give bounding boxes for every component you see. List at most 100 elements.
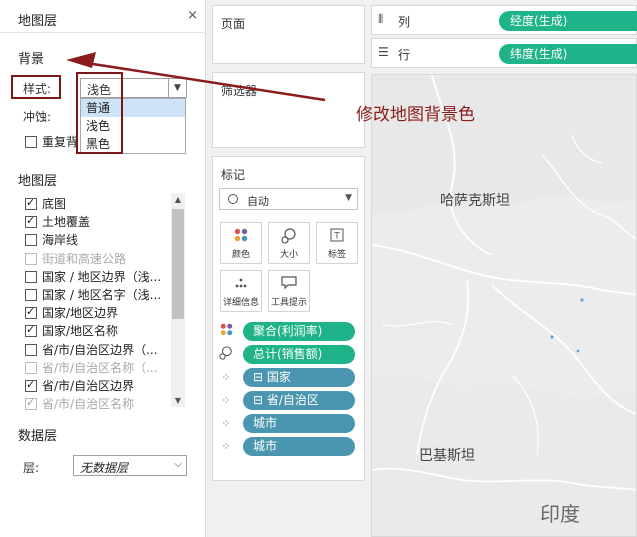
pages-card[interactable]: 页面 xyxy=(212,5,365,64)
checkbox-box[interactable] xyxy=(25,135,37,148)
mark-type-value: 自动 xyxy=(247,195,269,208)
layer-item-label: 海岸线 xyxy=(42,233,79,247)
layers-section-title: 地图层 xyxy=(18,174,58,189)
map-layers-header: 地图层 × xyxy=(0,0,206,33)
rows-icon: ☰ xyxy=(378,45,389,59)
detail-dots-icon: ⁘ xyxy=(221,370,231,384)
layer-item[interactable]: 省/市/自治区名称 xyxy=(25,395,134,412)
layer-item[interactable]: 底图 xyxy=(25,195,66,212)
label-button[interactable]: T 标签 xyxy=(316,222,358,264)
color-dots-icon xyxy=(219,323,233,339)
layer-item[interactable]: 街道和高速公路 xyxy=(25,250,126,267)
marks-field-row[interactable]: ⁘ ⊟ 国家 xyxy=(219,367,355,387)
layer-checkbox[interactable] xyxy=(25,252,37,265)
size-button[interactable]: 大小 xyxy=(268,222,310,264)
detail-dots-icon: ⁘ xyxy=(221,416,231,430)
columns-icon: ⦀ xyxy=(378,12,384,26)
marks-title: 标记 xyxy=(221,168,246,182)
map-label-pakistan: 巴基斯坦 xyxy=(419,448,475,464)
marks-card: 标记 自动 ▼ 颜色 大小 T 标签 详细信息 工具提示 聚合(利润率) 总计(… xyxy=(212,156,365,481)
close-icon[interactable]: × xyxy=(187,8,198,23)
layer-item[interactable]: 国家/地区边界 xyxy=(25,304,118,321)
layer-checkbox[interactable] xyxy=(25,361,37,374)
map-layers-title: 地图层 xyxy=(18,14,58,29)
columns-shelf[interactable]: ⦀ 列 经度(生成) xyxy=(371,5,637,35)
chevron-down-icon[interactable]: ▼ xyxy=(345,193,352,203)
layer-item-label: 省/市/自治区边界 xyxy=(42,379,135,393)
marks-field-row[interactable]: ⁘ 城市 xyxy=(219,413,355,433)
layer-item[interactable]: 省/市/自治区边界（... xyxy=(25,341,158,358)
layer-item-label: 省/市/自治区名称（... xyxy=(42,361,158,375)
field-pill-province[interactable]: ⊟ 省/自治区 xyxy=(243,390,355,410)
detail-dots-icon: ⁘ xyxy=(221,439,231,453)
detail-button[interactable]: 详细信息 xyxy=(220,270,262,312)
layer-item-label: 国家/地区边界 xyxy=(42,306,119,320)
layer-checkbox[interactable] xyxy=(25,305,37,319)
tooltip-button[interactable]: 工具提示 xyxy=(268,270,310,312)
marks-field-row[interactable]: ⁘ 城市 xyxy=(219,436,355,456)
layer-checkbox[interactable] xyxy=(25,396,37,410)
layer-checkbox[interactable] xyxy=(25,270,37,283)
background-section-title: 背景 xyxy=(18,52,45,67)
map-view[interactable]: 哈萨克斯坦 巴基斯坦 印度 xyxy=(371,74,637,537)
field-pill-longitude[interactable]: 经度(生成) xyxy=(499,11,637,31)
scroll-down-icon[interactable]: ▼ xyxy=(171,396,185,405)
detail-dots-icon xyxy=(221,276,261,294)
dropdown-highlight-box xyxy=(76,72,123,154)
field-pill-city[interactable]: 城市 xyxy=(243,413,355,433)
marks-field-row[interactable]: 聚合(利润率) xyxy=(219,321,355,341)
tooltip-icon xyxy=(269,276,309,294)
data-layer-value: 无数据层 xyxy=(80,461,129,475)
rows-shelf-label: 行 xyxy=(398,48,411,62)
scrollbar-thumb[interactable] xyxy=(172,209,184,319)
detail-button-label: 详细信息 xyxy=(222,298,259,308)
layer-item[interactable]: 国家 / 地区名字（浅... xyxy=(25,286,161,303)
layer-item[interactable]: 国家/地区名称 xyxy=(25,322,118,339)
field-pill-city[interactable]: 城市 xyxy=(243,436,355,456)
repeat-background-label: 重复背 xyxy=(42,135,79,149)
field-pill-sales[interactable]: 总计(销售额) xyxy=(243,344,355,364)
layer-item[interactable]: 省/市/自治区边界 xyxy=(25,377,134,394)
tooltip-button-label: 工具提示 xyxy=(270,298,307,308)
label-T-icon: T xyxy=(317,228,357,246)
field-pill-latitude[interactable]: 纬度(生成) xyxy=(499,44,637,64)
layer-checkbox[interactable] xyxy=(25,233,37,246)
map-canvas xyxy=(372,75,636,536)
layer-checkbox[interactable] xyxy=(25,288,37,301)
layer-item-label: 国家/地区名称 xyxy=(42,324,119,338)
washout-label: 冲蚀: xyxy=(23,110,52,124)
mark-type-select[interactable]: 自动 ▼ xyxy=(219,188,358,210)
data-layer-select[interactable]: 无数据层 ⌵ xyxy=(73,455,187,476)
marks-field-row[interactable]: ⁘ ⊟ 省/自治区 xyxy=(219,390,355,410)
layer-list-scrollbar[interactable]: ▲ ▼ xyxy=(171,193,185,407)
filters-card[interactable]: 筛选器 xyxy=(212,72,365,148)
field-pill-country[interactable]: ⊟ 国家 xyxy=(243,367,355,387)
size-button-label: 大小 xyxy=(279,250,298,260)
repeat-background-checkbox[interactable]: 重复背 xyxy=(25,133,78,150)
marks-field-row[interactable]: 总计(销售额) xyxy=(219,344,355,364)
layer-item[interactable]: 海岸线 xyxy=(25,231,78,248)
style-label: 样式: xyxy=(23,82,52,96)
field-pill-profit-ratio[interactable]: 聚合(利润率) xyxy=(243,321,355,341)
rows-shelf[interactable]: ☰ 行 纬度(生成) xyxy=(371,38,637,68)
filters-title: 筛选器 xyxy=(221,84,258,98)
color-dots-icon xyxy=(221,228,261,246)
chevron-down-icon[interactable]: ⌵ xyxy=(174,459,182,470)
map-label-india: 印度 xyxy=(540,502,580,526)
layer-item[interactable]: 土地覆盖 xyxy=(25,213,90,230)
layer-checkbox[interactable] xyxy=(25,343,37,356)
layer-checkbox[interactable] xyxy=(25,378,37,392)
layer-checkbox[interactable] xyxy=(25,196,37,210)
layer-checkbox[interactable] xyxy=(25,323,37,337)
layer-item[interactable]: 国家 / 地区边界（浅... xyxy=(25,268,161,285)
annotation-text: 修改地图背景色 xyxy=(356,105,475,125)
pages-title: 页面 xyxy=(221,17,246,31)
data-layer-section-title: 数据层 xyxy=(18,429,58,444)
scroll-up-icon[interactable]: ▲ xyxy=(171,195,185,204)
color-button[interactable]: 颜色 xyxy=(220,222,262,264)
layer-checkbox[interactable] xyxy=(25,214,37,228)
layer-item[interactable]: 省/市/自治区名称（... xyxy=(25,359,158,376)
chevron-down-icon[interactable]: ▼ xyxy=(168,79,186,97)
circle-icon xyxy=(228,194,238,204)
layer-item-label: 国家 / 地区边界（浅... xyxy=(42,270,162,284)
